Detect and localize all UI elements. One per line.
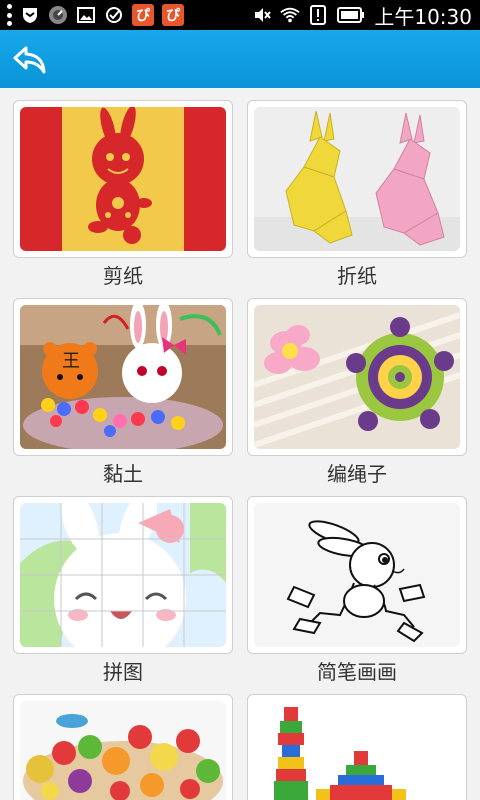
craft-grid: 剪纸 折纸 王 黏土 编绳子 拼图 简笔画画 — [0, 88, 480, 800]
back-arrow-icon — [13, 46, 46, 74]
wifi-icon — [280, 5, 301, 25]
drawing-image — [254, 503, 460, 647]
overflow-menu-icon — [6, 4, 12, 26]
image-icon — [76, 5, 96, 25]
svg-text:王: 王 — [62, 351, 80, 372]
status-bar-right: 上午10:30 — [252, 0, 472, 30]
craft-label-clay: 黏土 — [103, 462, 143, 486]
craft-card-drawing[interactable] — [247, 496, 467, 654]
craft-card-clay[interactable]: 王 — [13, 298, 233, 456]
craft-label-drawing: 简笔画画 — [317, 660, 397, 684]
status-bar-left: ぴ ぴ — [6, 0, 184, 30]
craft-label-origami: 折纸 — [337, 264, 377, 288]
craft-label-paper-cutting: 剪纸 — [103, 264, 143, 288]
craft-card-puzzle[interactable] — [13, 496, 233, 654]
craft-card-paper-cutting[interactable] — [13, 100, 233, 258]
craft-label-rope-braiding: 编绳子 — [327, 462, 387, 486]
craft-card-origami[interactable] — [247, 100, 467, 258]
app-header — [0, 30, 480, 88]
back-button[interactable] — [10, 40, 50, 80]
status-bar: ぴ ぴ 上午10:30 — [0, 0, 480, 30]
craft-card-rope-braiding[interactable] — [247, 298, 467, 456]
gauge-icon — [48, 5, 68, 25]
sim-alert-icon — [308, 5, 328, 25]
mute-icon — [252, 5, 272, 25]
check-clock-icon — [104, 5, 124, 25]
app-notification-icon: ぴ — [162, 4, 184, 26]
clock-time: 上午10:30 — [374, 4, 472, 29]
fruit-image — [20, 701, 226, 800]
paper-cutting-image — [20, 107, 226, 251]
app-notification-icon: ぴ — [132, 4, 154, 26]
craft-label-puzzle: 拼图 — [103, 660, 143, 684]
craft-card-blocks[interactable] — [247, 694, 467, 800]
craft-card-fruit[interactable] — [13, 694, 233, 800]
origami-image — [254, 107, 460, 251]
shield-icon — [20, 5, 40, 25]
battery-icon — [336, 5, 366, 25]
puzzle-image — [20, 503, 226, 647]
clay-image: 王 — [20, 305, 226, 449]
blocks-image — [254, 701, 460, 800]
rope-braiding-image — [254, 305, 460, 449]
